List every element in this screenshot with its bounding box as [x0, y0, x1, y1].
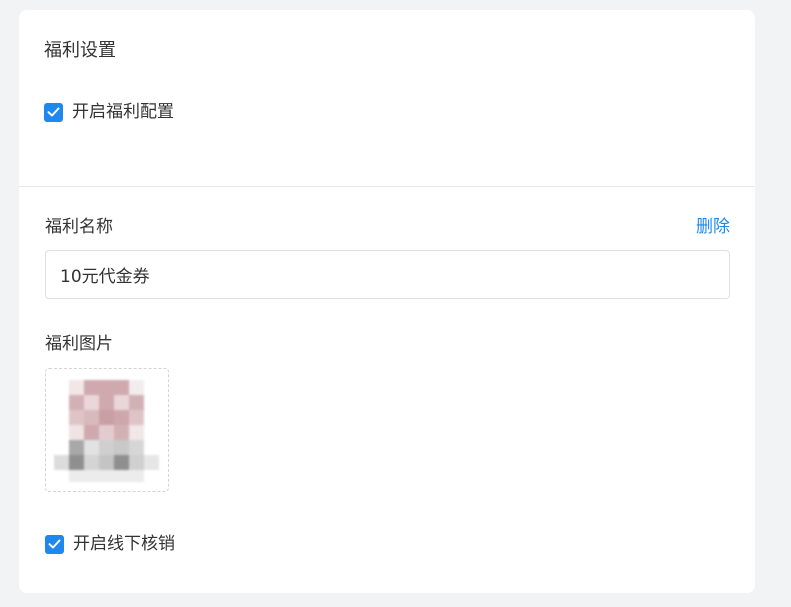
enable-benefit-checkbox[interactable]: [44, 102, 63, 122]
benefit-name-input[interactable]: [45, 250, 730, 299]
delete-button[interactable]: 删除: [696, 216, 730, 238]
offline-redeem-checkbox[interactable]: [45, 534, 64, 554]
checkmark-icon: [47, 107, 60, 117]
benefit-settings-card: 福利设置 开启福利配置 福利名称 删除 福利图片: [19, 10, 755, 593]
enable-benefit-checkbox-row[interactable]: 开启福利配置: [44, 101, 174, 123]
offline-redeem-checkbox-row[interactable]: 开启线下核销: [45, 533, 175, 555]
benefit-image-label: 福利图片: [45, 334, 113, 354]
page-title: 福利设置: [44, 40, 116, 61]
offline-redeem-label: 开启线下核销: [73, 534, 175, 554]
blurred-thumbnail-icon: [54, 377, 162, 485]
enable-benefit-label: 开启福利配置: [72, 102, 174, 122]
checkmark-icon: [48, 539, 61, 549]
benefit-image-upload[interactable]: [45, 368, 169, 492]
benefit-name-label: 福利名称: [45, 217, 113, 237]
section-divider: [19, 186, 755, 187]
